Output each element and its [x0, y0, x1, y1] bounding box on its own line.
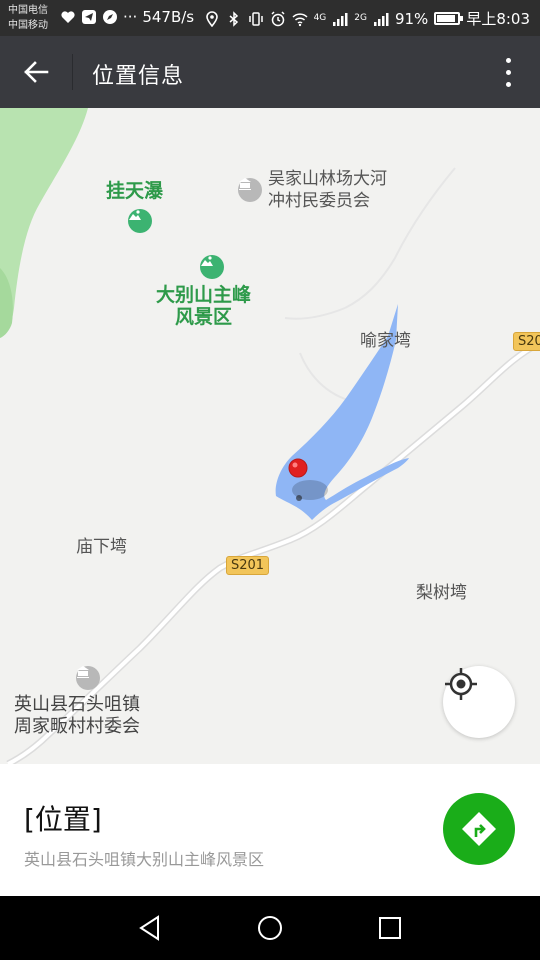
- signal-bars-icon-1: [333, 12, 348, 26]
- map-view[interactable]: 挂天瀑 大别山主峰 风景区 吴家山林场大河 冲村民委员会 喻家塆 庙下塆 梨树塆…: [0, 108, 540, 764]
- signal-4g-label: 4G: [313, 13, 327, 23]
- poi-label-dabieshan-line1: 大别山主峰: [156, 284, 252, 306]
- more-options-button[interactable]: [498, 54, 518, 90]
- location-icon: [205, 10, 218, 27]
- location-marker-highlight: [292, 462, 298, 468]
- poi-label-yingshan-line1: 英山县石头咀镇: [14, 694, 140, 715]
- marker-shadow-dot: [296, 495, 302, 501]
- back-arrow-icon: [24, 61, 49, 83]
- navigation-icon: [462, 812, 496, 846]
- poi-label-wujiashan-line2: 冲村民委员会: [268, 191, 370, 211]
- scenic-spot-icon[interactable]: [200, 255, 224, 279]
- square-recents-icon: [379, 917, 401, 939]
- nav-back-button[interactable]: [130, 910, 170, 946]
- forest-area: [0, 108, 88, 338]
- locate-crosshair-icon: [445, 668, 477, 700]
- more-notifications-icon: ···: [123, 8, 138, 26]
- scenic-spot-icon[interactable]: [128, 209, 152, 233]
- my-location-button[interactable]: [443, 666, 515, 738]
- road-badge-s20-edge: S20: [513, 332, 540, 351]
- place-label-lishuwan[interactable]: 梨树塆: [416, 582, 467, 604]
- government-building-icon[interactable]: [76, 666, 100, 690]
- triangle-back-icon: [139, 915, 159, 941]
- bluetooth-icon: [229, 10, 238, 27]
- clock: 早上8:03: [466, 10, 530, 28]
- battery-percent: 91%: [394, 9, 429, 28]
- nav-recents-button[interactable]: [370, 910, 410, 946]
- page-title: 位置信息: [92, 64, 185, 89]
- location-info-panel: [位置] 英山县石头咀镇大别山主峰风景区: [0, 764, 540, 896]
- wifi-icon: [292, 12, 308, 26]
- poi-label-wujiashan[interactable]: 吴家山林场大河 冲村民委员会: [268, 168, 387, 212]
- vibrate-icon: [248, 11, 263, 26]
- more-dot: [505, 69, 511, 75]
- nav-home-button[interactable]: [250, 910, 290, 946]
- poi-label-wujiashan-line1: 吴家山林场大河: [268, 169, 387, 189]
- place-label-miaoxiawan[interactable]: 庙下塆: [76, 536, 127, 558]
- signal-bars-icon-2: [373, 12, 389, 26]
- signal-2g-label: 2G: [354, 13, 367, 23]
- place-label-yujiawan[interactable]: 喻家塆: [360, 330, 411, 352]
- poi-label-yingshan[interactable]: 英山县石头咀镇 周家畈村村委会: [14, 694, 140, 738]
- status-system-icons: 4G 2G 91% 早上8:03: [204, 8, 530, 29]
- poi-label-dabieshan[interactable]: 大别山主峰 风景区: [156, 284, 251, 328]
- header-divider: [72, 54, 73, 90]
- carrier-1: 中国电信: [8, 5, 48, 16]
- minor-road: [284, 307, 346, 320]
- app-bar: 位置信息: [0, 36, 540, 108]
- circle-home-icon: [258, 916, 282, 940]
- telegram-icon: [82, 10, 96, 24]
- battery-icon: [434, 12, 464, 25]
- back-button[interactable]: [14, 52, 58, 92]
- poi-label-yingshan-line2: 周家畈村村委会: [14, 716, 140, 737]
- network-speed: 547B/s: [142, 8, 195, 26]
- government-building-icon[interactable]: [238, 178, 262, 202]
- compass-app-icon: [103, 10, 117, 24]
- location-title: [位置]: [24, 803, 102, 836]
- more-dot: [505, 57, 511, 63]
- location-marker: [288, 458, 308, 478]
- status-bar: 中国电信 中国移动 ··· 547B/s 4G 2G 91% 早上8:03: [0, 0, 540, 36]
- heart-rate-icon: [61, 11, 75, 23]
- alarm-icon: [271, 10, 285, 26]
- more-dot: [505, 81, 511, 87]
- system-navigation-bar: [0, 896, 540, 960]
- location-address: 英山县石头咀镇大别山主峰风景区: [24, 850, 265, 869]
- carrier-names: 中国电信 中国移动: [8, 3, 48, 33]
- poi-label-dabieshan-line2: 风景区: [175, 306, 233, 328]
- status-notification-icons: ··· 547B/s: [60, 8, 194, 26]
- road-badge-s201: S201: [226, 556, 270, 575]
- carrier-2: 中国移动: [8, 20, 48, 31]
- poi-label-guatianpu[interactable]: 挂天瀑: [106, 180, 163, 202]
- navigate-button[interactable]: [443, 793, 515, 865]
